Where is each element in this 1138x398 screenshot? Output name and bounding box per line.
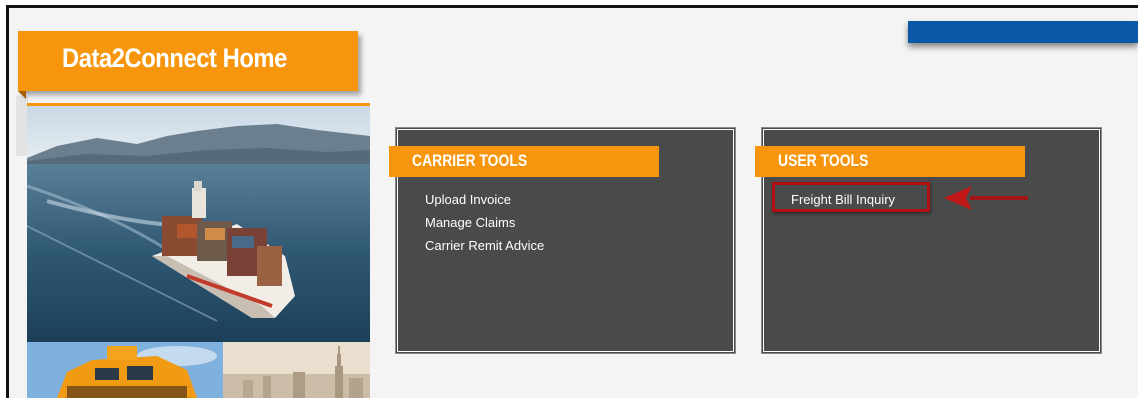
user-tools-heading: USER TOOLS [778, 151, 869, 170]
banner-fold [18, 91, 26, 99]
page-title: Data2Connect Home [62, 43, 287, 73]
manage-claims-link[interactable]: Manage Claims [425, 215, 515, 230]
city-skyline-image [223, 342, 370, 398]
locomotive-image [27, 342, 223, 398]
carrier-tools-header: CARRIER TOOLS [389, 146, 659, 177]
page-title-banner: Data2Connect Home [18, 31, 358, 91]
top-nav-bar[interactable] [908, 21, 1138, 43]
arrow-left-icon [944, 186, 1028, 210]
user-tools-header: USER TOOLS [755, 146, 1025, 177]
upload-invoice-link[interactable]: Upload Invoice [425, 192, 511, 207]
carrier-tools-heading: CARRIER TOOLS [412, 151, 528, 170]
highlight-box [772, 182, 930, 212]
cargo-ship-image [27, 106, 370, 342]
carrier-remit-advice-link[interactable]: Carrier Remit Advice [425, 238, 544, 253]
